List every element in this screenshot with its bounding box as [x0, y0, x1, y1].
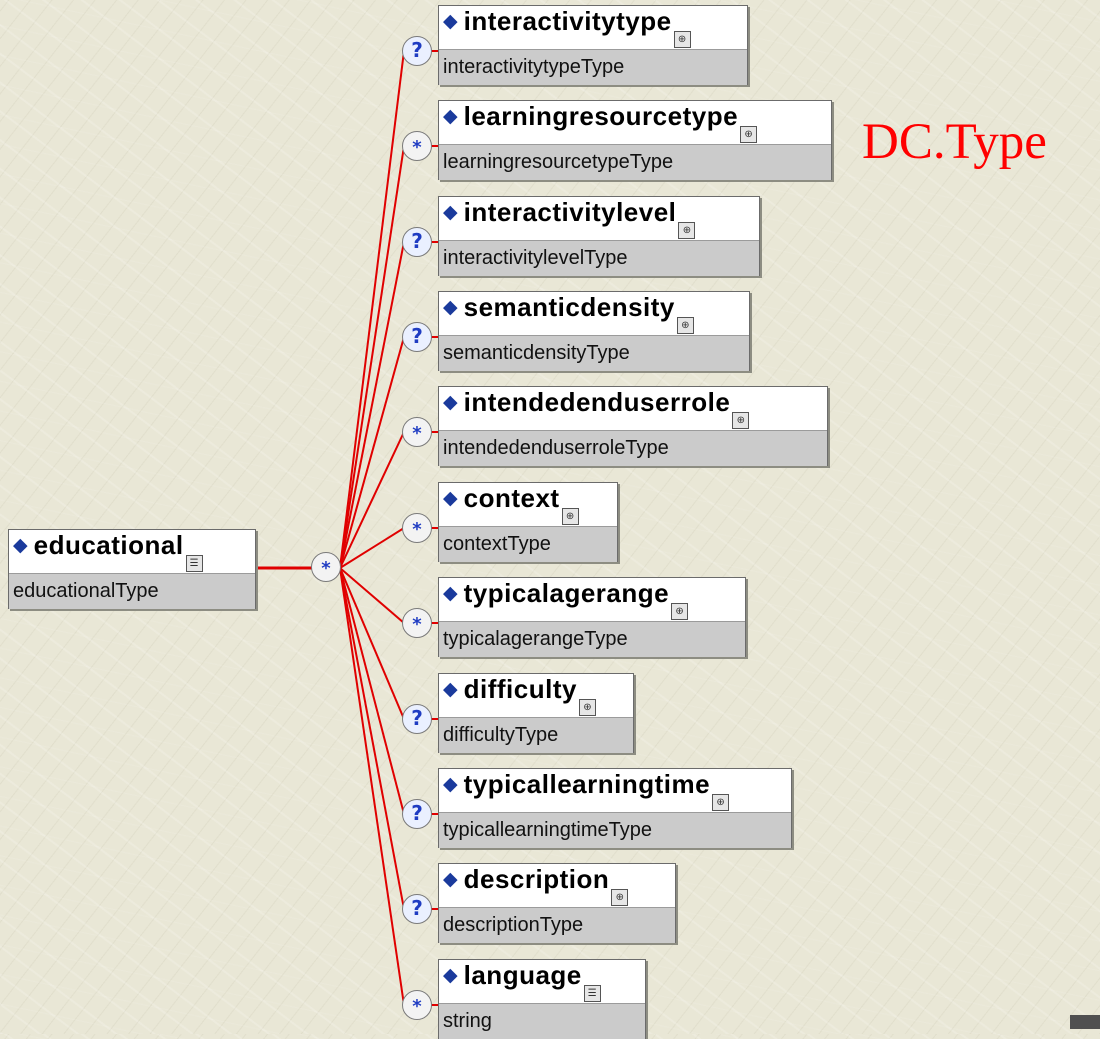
element-type: intendedenduserroleType — [439, 430, 827, 466]
element-typicalagerange[interactable]: ◆ typicalagerange⊕ typicalagerangeType — [438, 577, 746, 657]
element-diamond-icon: ◆ — [443, 488, 458, 509]
complex-type-icon[interactable]: ⊕ — [673, 31, 691, 48]
element-header: ◆ language☰ — [439, 960, 645, 1003]
element-name: interactivitylevel — [463, 197, 677, 227]
root-element-header: ◆ educational☰ — [9, 530, 255, 573]
element-type: interactivitylevelType — [439, 240, 759, 276]
element-name: language — [463, 960, 582, 990]
complex-type-icon[interactable]: ⊕ — [732, 412, 750, 429]
element-name: description — [463, 864, 610, 894]
element-name: intendedenduserrole — [463, 387, 731, 417]
complex-type-icon[interactable]: ⊕ — [671, 603, 689, 620]
optional-cardinality-icon: ? — [402, 322, 432, 352]
complex-type-icon[interactable]: ⊕ — [676, 317, 694, 334]
element-type: interactivitytypeType — [439, 49, 747, 85]
connector-line-typicallearningtime — [339, 567, 405, 815]
element-type: descriptionType — [439, 907, 675, 943]
element-type: contextType — [439, 526, 617, 562]
element-header: ◆ difficulty⊕ — [439, 674, 633, 717]
element-difficulty[interactable]: ◆ difficulty⊕ difficultyType — [438, 673, 634, 753]
simple-type-icon[interactable]: ☰ — [583, 985, 601, 1002]
connector-line-interactivitylevel — [339, 241, 405, 569]
element-name: typicalagerange — [463, 578, 670, 608]
element-interactivitylevel[interactable]: ◆ interactivitylevel⊕ interactivitylevelTy… — [438, 196, 760, 276]
element-name: typicallearningtime — [463, 769, 711, 799]
element-header: ◆ description⊕ — [439, 864, 675, 907]
complex-type-icon[interactable]: ⊕ — [712, 794, 730, 811]
connector-line-language — [339, 567, 405, 1006]
element-name: interactivitytype — [463, 6, 672, 36]
element-header: ◆ typicallearningtime⊕ — [439, 769, 791, 812]
element-typicallearningtime[interactable]: ◆ typicallearningtime⊕ typicallearningtime… — [438, 768, 792, 848]
element-learningresourcetype[interactable]: ◆ learningresourcetype⊕ learningresourcety… — [438, 100, 832, 180]
connector-line-interactivitytype — [339, 50, 405, 569]
repeatable-cardinality-icon: * — [402, 608, 432, 638]
corner-block — [1070, 1015, 1100, 1029]
connector-line-difficulty — [339, 567, 405, 720]
optional-cardinality-icon: ? — [402, 894, 432, 924]
element-diamond-icon: ◆ — [443, 679, 458, 700]
repeatable-cardinality-icon: * — [402, 513, 432, 543]
element-name: semanticdensity — [463, 292, 675, 322]
element-header: ◆ semanticdensity⊕ — [439, 292, 749, 335]
element-diamond-icon: ◆ — [443, 297, 458, 318]
element-diamond-icon: ◆ — [443, 774, 458, 795]
compositor-icon[interactable]: * — [311, 552, 341, 582]
sequence-icon[interactable]: ☰ — [185, 555, 203, 572]
element-language[interactable]: ◆ language☰ string — [438, 959, 646, 1039]
element-header: ◆ interactivitylevel⊕ — [439, 197, 759, 240]
element-diamond-icon: ◆ — [443, 392, 458, 413]
optional-cardinality-icon: ? — [402, 227, 432, 257]
complex-type-icon[interactable]: ⊕ — [740, 126, 758, 143]
element-diamond-icon: ◆ — [443, 202, 458, 223]
element-header: ◆ typicalagerange⊕ — [439, 578, 745, 621]
optional-cardinality-icon: ? — [402, 36, 432, 66]
element-header: ◆ learningresourcetype⊕ — [439, 101, 831, 144]
element-diamond-icon: ◆ — [13, 535, 28, 556]
optional-cardinality-icon: ? — [402, 799, 432, 829]
repeatable-cardinality-icon: * — [402, 417, 432, 447]
complex-type-icon[interactable]: ⊕ — [578, 699, 596, 716]
connector-line-description — [339, 567, 405, 910]
optional-cardinality-icon: ? — [402, 704, 432, 734]
element-description[interactable]: ◆ description⊕ descriptionType — [438, 863, 676, 943]
element-type: learningresourcetypeType — [439, 144, 831, 180]
complex-type-icon[interactable]: ⊕ — [561, 508, 579, 525]
element-header: ◆ interactivitytype⊕ — [439, 6, 747, 49]
complex-type-icon[interactable]: ⊕ — [678, 222, 696, 239]
element-type: difficultyType — [439, 717, 633, 753]
element-interactivitytype[interactable]: ◆ interactivitytype⊕ interactivitytypeType — [438, 5, 748, 85]
element-type: typicallearningtimeType — [439, 812, 791, 848]
element-diamond-icon: ◆ — [443, 869, 458, 890]
repeatable-cardinality-icon: * — [402, 131, 432, 161]
complex-type-icon[interactable]: ⊕ — [611, 889, 629, 906]
connector-line-learningresourcetype — [339, 145, 405, 569]
repeatable-cardinality-icon: * — [402, 990, 432, 1020]
element-name: context — [463, 483, 560, 513]
element-name: difficulty — [463, 674, 577, 704]
dc-type-annotation: DC.Type — [862, 114, 1047, 170]
element-header: ◆ context⊕ — [439, 483, 617, 526]
element-name: learningresourcetype — [463, 101, 739, 131]
element-header: ◆ intendedenduserrole⊕ — [439, 387, 827, 430]
element-diamond-icon: ◆ — [443, 583, 458, 604]
element-type: typicalagerangeType — [439, 621, 745, 657]
element-diamond-icon: ◆ — [443, 11, 458, 32]
element-diamond-icon: ◆ — [443, 965, 458, 986]
element-semanticdensity[interactable]: ◆ semanticdensity⊕ semanticdensityType — [438, 291, 750, 371]
element-intendedenduserrole[interactable]: ◆ intendedenduserrole⊕ intendedenduserrole… — [438, 386, 828, 466]
element-type: semanticdensityType — [439, 335, 749, 371]
root-element-type: educationalType — [9, 573, 255, 609]
element-context[interactable]: ◆ context⊕ contextType — [438, 482, 618, 562]
root-element-educational[interactable]: ◆ educational☰ educationalType — [8, 529, 256, 609]
element-diamond-icon: ◆ — [443, 106, 458, 127]
root-element-name: educational — [33, 530, 184, 560]
